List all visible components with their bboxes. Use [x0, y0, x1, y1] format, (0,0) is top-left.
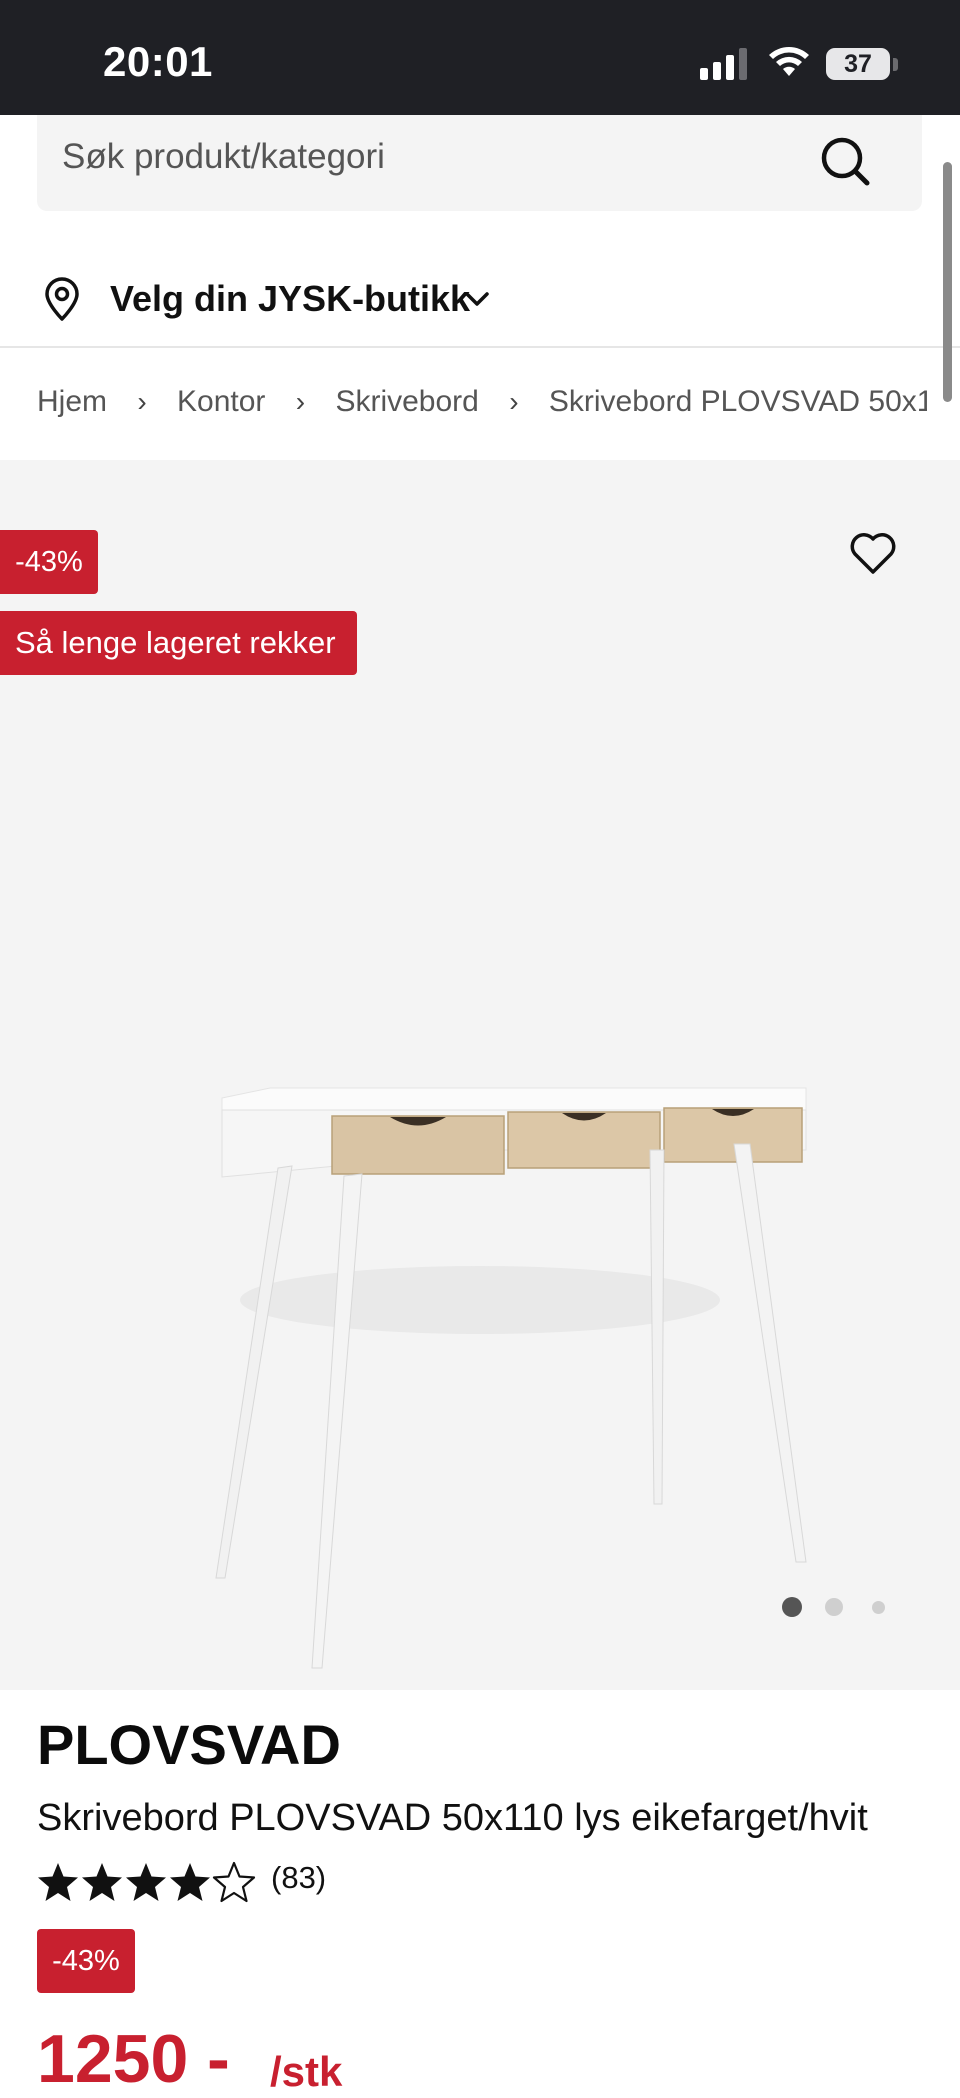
search-input[interactable]: Søk produkt/kategori [62, 137, 385, 177]
star-icon [126, 1863, 166, 1901]
breadcrumb-separator-icon: › [509, 386, 519, 418]
gallery-dot[interactable] [872, 1601, 885, 1614]
gallery-dot[interactable] [825, 1598, 843, 1616]
heart-icon[interactable] [848, 530, 898, 576]
search-icon[interactable] [817, 133, 873, 189]
price-unit: /stk [270, 2048, 343, 2095]
breadcrumb-item-current: Skrivebord PLOVSVAD 50x110 [548, 385, 927, 419]
product-image-gallery[interactable]: -43% Så lenge lageret rekker [0, 460, 960, 1690]
page-scrollbar[interactable] [943, 162, 952, 402]
chevron-down-icon[interactable] [462, 284, 492, 314]
breadcrumb-separator-icon: › [137, 386, 147, 418]
gallery-dot-active[interactable] [782, 1597, 802, 1617]
star-icon [82, 1863, 122, 1901]
star-icon [170, 1863, 210, 1901]
store-selector[interactable]: Velg din JYSK-butikk [0, 262, 960, 348]
product-title: Skrivebord PLOVSVAD 50x110 lys eikefarge… [37, 1797, 868, 1839]
breadcrumb-separator-icon: › [295, 386, 306, 418]
status-bar: 20:01 37 [0, 0, 960, 115]
breadcrumb-item-desks[interactable]: Skrivebord [335, 385, 478, 419]
review-count[interactable]: (83) [271, 1860, 326, 1896]
wifi-icon [769, 47, 809, 76]
rating-stars [38, 1861, 256, 1903]
battery-indicator: 37 [826, 48, 890, 80]
stock-badge: Så lenge lageret rekker [0, 611, 357, 675]
star-outline-icon [212, 1861, 256, 1903]
product-image-desk[interactable] [150, 820, 830, 1780]
breadcrumb-item-office[interactable]: Kontor [177, 385, 265, 419]
product-brand: PLOVSVAD [37, 1713, 341, 1776]
price-discount-badge: -43% [37, 1929, 135, 1993]
search-bar[interactable]: Søk produkt/kategori [37, 115, 922, 211]
discount-badge: -43% [0, 530, 98, 594]
map-pin-icon [45, 277, 79, 321]
product-price: 1250 - [37, 2021, 230, 2097]
store-selector-label[interactable]: Velg din JYSK-butikk [110, 278, 470, 320]
star-icon [38, 1863, 78, 1901]
battery-cap [893, 58, 898, 71]
breadcrumb-item-home[interactable]: Hjem [37, 385, 107, 419]
status-time: 20:01 [103, 38, 213, 85]
cellular-signal-icon [700, 48, 747, 80]
breadcrumb: Hjem › Kontor › Skrivebord › Skrivebord … [37, 384, 927, 428]
gallery-pagination[interactable] [782, 1595, 892, 1619]
